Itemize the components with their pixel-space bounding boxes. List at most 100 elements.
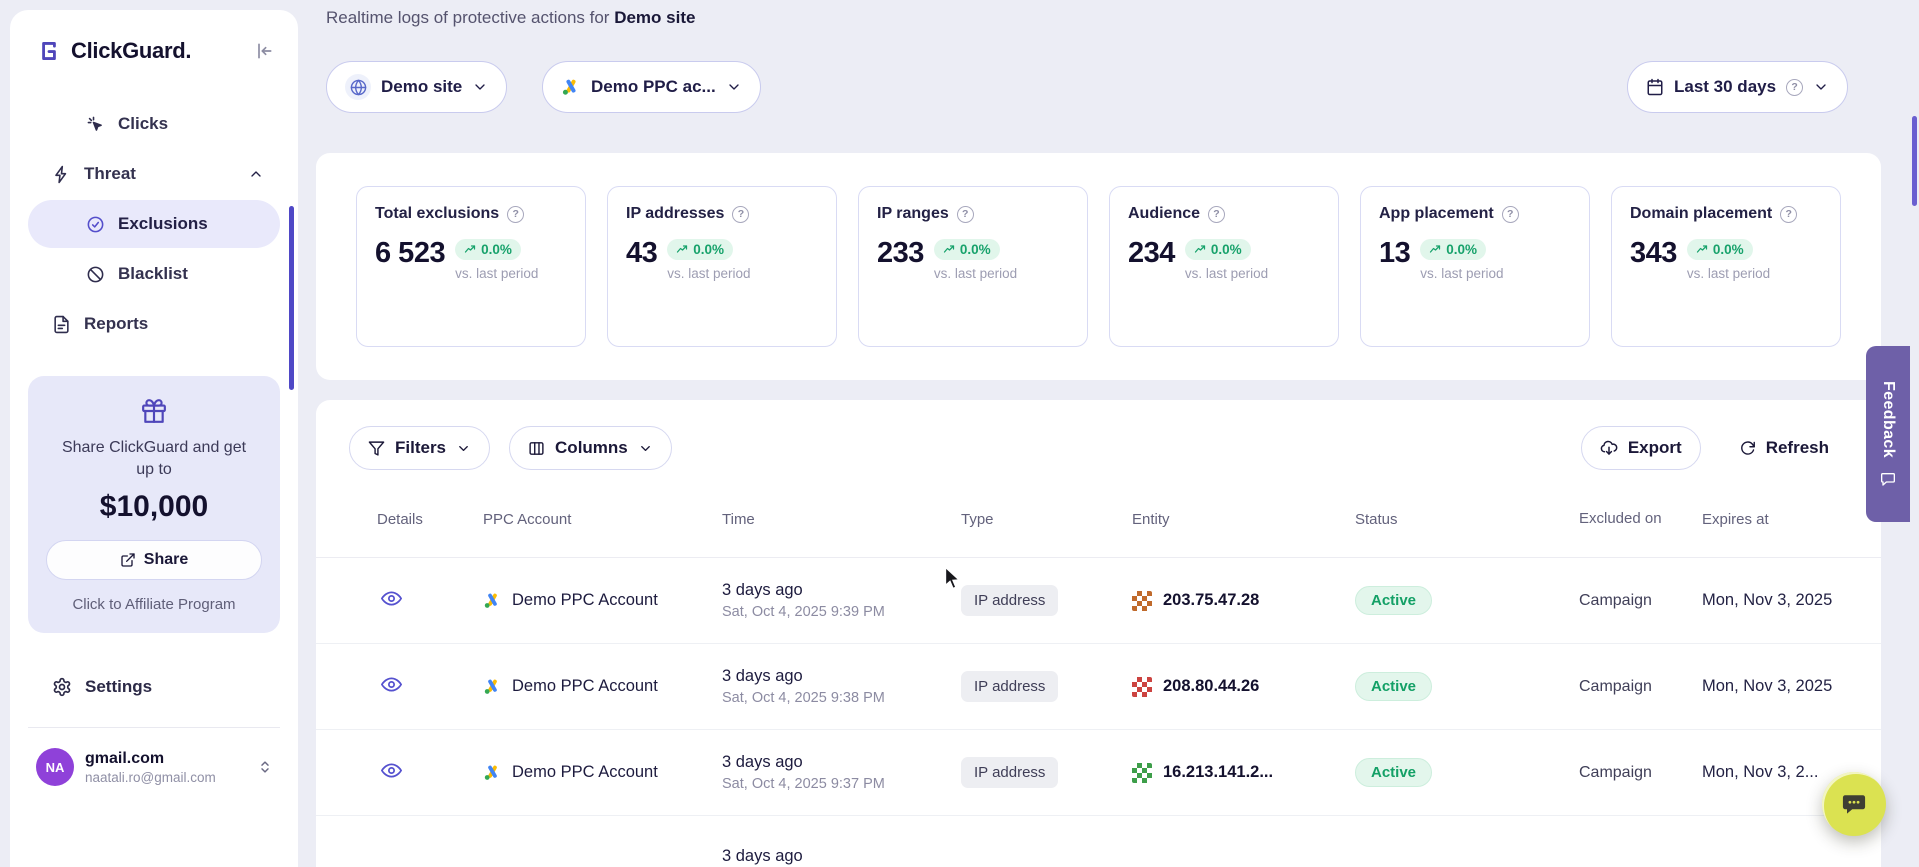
entity-identicon	[1132, 763, 1152, 783]
chat-bubble-icon	[1840, 790, 1868, 818]
stat-caption: vs. last period	[1185, 266, 1268, 281]
sidebar-item-blacklist[interactable]: Blacklist	[28, 250, 280, 298]
help-icon[interactable]	[1780, 206, 1797, 223]
stat-label: App placement	[1379, 205, 1494, 223]
stat-value: 6 523	[375, 239, 445, 268]
stat-caption: vs. last period	[934, 266, 1017, 281]
expires-at-value: Mon, Nov 3, 2025	[1702, 591, 1857, 610]
entity-identicon	[1132, 591, 1152, 611]
sidebar-item-exclusions[interactable]: Exclusions	[28, 200, 280, 248]
share-button[interactable]: Share	[46, 540, 262, 580]
time-relative: 3 days ago	[722, 847, 961, 866]
help-icon[interactable]	[957, 206, 974, 223]
sidebar-scrollbar-thumb[interactable]	[289, 206, 294, 390]
chevron-up-icon[interactable]	[248, 166, 264, 182]
stat-value: 43	[626, 239, 657, 268]
sidebar-item-clicks[interactable]: Clicks	[28, 100, 280, 148]
export-label: Export	[1628, 438, 1682, 458]
type-badge: IP address	[961, 757, 1058, 788]
view-details-eye-icon[interactable]	[381, 674, 402, 695]
threat-zap-icon	[52, 165, 71, 184]
sidebar-item-label: Blacklist	[118, 264, 188, 284]
exclusions-log-card: Filters Columns Export Refresh Details P…	[316, 400, 1881, 867]
view-details-eye-icon[interactable]	[381, 760, 402, 781]
site-selector-value: Demo site	[381, 77, 462, 97]
sidebar-item-threat[interactable]: Threat	[28, 150, 280, 198]
stat-domain-placement: Domain placement 343 0.0% vs. last perio…	[1611, 186, 1841, 347]
stat-label: Audience	[1128, 205, 1200, 223]
stat-total-exclusions: Total exclusions 6 523 0.0% vs. last per…	[356, 186, 586, 347]
ppc-account-name: Demo PPC Account	[512, 677, 658, 696]
ppc-account-selector-value: Demo PPC ac...	[591, 77, 716, 97]
promo-text: Share ClickGuard and get up to	[46, 437, 262, 480]
chevron-down-icon	[472, 79, 488, 95]
help-icon[interactable]	[1502, 206, 1519, 223]
columns-icon	[528, 440, 545, 457]
time-relative: 3 days ago	[722, 581, 961, 600]
column-header-excluded-on: Excluded on	[1579, 509, 1665, 529]
help-icon[interactable]	[732, 206, 749, 223]
page-scrollbar-thumb[interactable]	[1912, 116, 1917, 206]
stats-summary-card: Total exclusions 6 523 0.0% vs. last per…	[316, 153, 1881, 380]
column-header-time: Time	[722, 511, 961, 528]
external-link-icon	[120, 552, 136, 568]
site-selector-dropdown[interactable]: Demo site	[326, 61, 507, 113]
help-icon[interactable]	[507, 206, 524, 223]
ppc-account-name: Demo PPC Account	[512, 591, 658, 610]
filters-button[interactable]: Filters	[349, 426, 490, 470]
help-icon[interactable]	[1208, 206, 1225, 223]
globe-icon	[345, 74, 371, 100]
export-button[interactable]: Export	[1581, 426, 1701, 470]
date-range-value: Last 30 days	[1674, 77, 1776, 97]
excluded-on-value: Campaign	[1579, 678, 1702, 696]
stat-change: 0.0%	[1446, 242, 1477, 257]
sidebar-item-label: Clicks	[118, 114, 168, 134]
affiliate-link[interactable]: Click to Affiliate Program	[46, 596, 262, 613]
chevron-down-icon	[638, 441, 653, 456]
stat-ip-addresses: IP addresses 43 0.0% vs. last period	[607, 186, 837, 347]
chat-launcher-button[interactable]	[1822, 772, 1886, 836]
gift-icon	[141, 398, 167, 424]
google-ads-icon	[561, 77, 581, 97]
column-header-entity: Entity	[1132, 511, 1355, 528]
ppc-account-selector-dropdown[interactable]: Demo PPC ac...	[542, 61, 761, 113]
column-header-ppc-account: PPC Account	[483, 511, 722, 528]
date-range-dropdown[interactable]: Last 30 days	[1627, 61, 1848, 113]
columns-label: Columns	[555, 438, 628, 458]
clickguard-logo-icon	[36, 38, 62, 64]
sidebar-collapse-icon[interactable]	[254, 41, 274, 61]
refresh-button[interactable]: Refresh	[1720, 426, 1848, 470]
select-chevrons-icon	[256, 758, 274, 776]
stat-caption: vs. last period	[455, 266, 538, 281]
avatar: NA	[36, 748, 74, 786]
google-ads-icon	[483, 677, 502, 696]
stat-label: Total exclusions	[375, 205, 499, 223]
google-ads-icon	[483, 763, 502, 782]
affiliate-promo-card[interactable]: Share ClickGuard and get up to $10,000 S…	[28, 376, 280, 633]
view-details-eye-icon[interactable]	[381, 588, 402, 609]
user-name: gmail.com	[85, 750, 216, 768]
stat-label: IP ranges	[877, 205, 949, 223]
columns-button[interactable]: Columns	[509, 426, 672, 470]
subtitle-text: Realtime logs of protective actions for	[326, 8, 609, 27]
refresh-icon	[1739, 440, 1756, 457]
stat-change: 0.0%	[693, 242, 724, 257]
sidebar-item-reports[interactable]: Reports	[28, 300, 280, 348]
user-account-selector[interactable]: NA gmail.com naatali.ro@gmail.com	[28, 748, 280, 786]
expires-at-value: Mon, Nov 3, 2025	[1702, 677, 1857, 696]
table-row: Demo PPC Account 3 days agoSat, Oct 4, 2…	[316, 644, 1881, 730]
table-row: Demo PPC Account 3 days agoSat, Oct 4, 2…	[316, 730, 1881, 816]
settings-label: Settings	[85, 677, 152, 697]
stat-label: Domain placement	[1630, 205, 1772, 223]
funnel-icon	[368, 440, 385, 457]
stat-caption: vs. last period	[1687, 266, 1770, 281]
trend-badge: 0.0%	[1687, 239, 1753, 260]
table-row: 3 days ago	[316, 816, 1881, 867]
sidebar-item-settings[interactable]: Settings	[28, 677, 280, 697]
time-absolute: Sat, Oct 4, 2025 9:38 PM	[722, 690, 961, 706]
subtitle-site-name: Demo site	[614, 8, 695, 27]
trend-badge: 0.0%	[667, 239, 733, 260]
feedback-tab[interactable]: Feedback	[1866, 346, 1910, 522]
brand-name: ClickGuard.	[71, 38, 191, 64]
stat-change: 0.0%	[1713, 242, 1744, 257]
